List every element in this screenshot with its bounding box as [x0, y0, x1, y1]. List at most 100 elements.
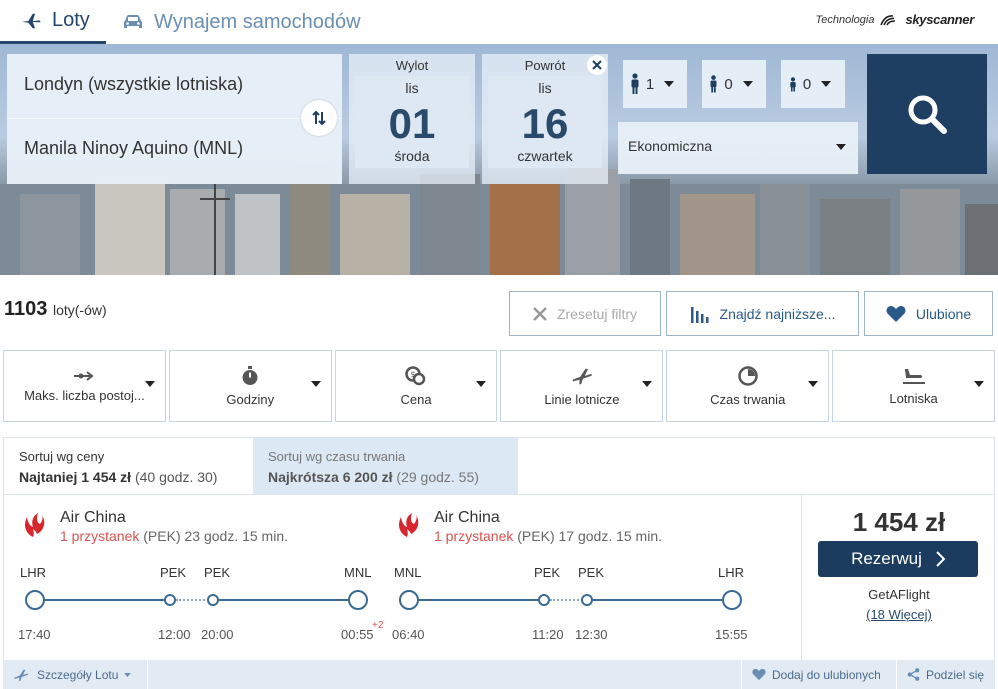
chevron-down-icon — [808, 381, 819, 393]
close-icon — [533, 306, 557, 321]
flight-card-footer: Szczegóły Lotu Dodaj do ulubionych Podzi… — [3, 660, 995, 689]
air-china-logo — [19, 511, 47, 539]
filter-stops[interactable]: Maks. liczba postoj... — [3, 350, 166, 422]
flight-segment — [593, 599, 723, 601]
filter-bar: Maks. liczba postoj... Godziny $ Cena Li… — [3, 350, 995, 422]
origin-code: LHR — [20, 565, 47, 580]
sort-price-summary: Najtaniej 1 454 zł (40 godz. 30) — [19, 469, 253, 485]
booking-agent: GetAFlight — [868, 587, 930, 602]
results-count-value: 1103 — [4, 298, 48, 320]
chevron-down-icon — [124, 672, 139, 677]
day-offset: +2 — [372, 620, 384, 631]
destination-node — [722, 590, 742, 610]
children-select[interactable]: 0 — [702, 60, 766, 108]
filter-label: Linie lotnicze — [544, 391, 620, 407]
origin-field[interactable]: Londyn (wszystkie lotniska) — [24, 74, 243, 95]
sort-price-detail: (40 godz. 30) — [134, 469, 218, 485]
reset-filters-button[interactable]: Zresetuj filtry — [509, 291, 661, 336]
departure-weekday: środa — [394, 148, 430, 164]
adult-icon — [630, 73, 646, 95]
flight-price: 1 454 zł — [852, 507, 946, 537]
stop-arrival-code: PEK — [160, 565, 187, 580]
sort-by-price-tab[interactable]: Sortuj wg ceny Najtaniej 1 454 zł (40 go… — [4, 438, 253, 495]
stop-arrival-code: PEK — [534, 565, 561, 580]
return-month: lis — [538, 80, 552, 96]
swap-route-button[interactable] — [301, 100, 337, 136]
stop-count: 1 przystanek — [60, 528, 140, 544]
tab-car-rental-label: Wynajem samochodów — [154, 10, 361, 33]
destination-code: LHR — [718, 565, 745, 580]
sort-price-label: Najtaniej — [19, 469, 78, 485]
tab-flights[interactable]: Loty — [0, 0, 106, 44]
leg-stop-info: 1 przystanek (PEK) 23 godz. 15 min. — [60, 528, 288, 544]
return-date-picker[interactable]: Powrót lis 16 czwartek — [482, 54, 608, 184]
airline-name: Air China — [60, 509, 126, 526]
flight-segment — [418, 599, 544, 601]
chevron-down-icon — [476, 381, 487, 393]
departure-date-picker[interactable]: Wylot lis 01 środa — [349, 54, 475, 184]
infants-select[interactable]: 0 — [781, 60, 845, 108]
car-icon — [122, 13, 154, 31]
filter-airports[interactable]: Lotniska — [832, 350, 995, 422]
reset-filters-label: Zresetuj filtry — [556, 305, 638, 322]
stop-count: 1 przystanek — [434, 528, 514, 544]
filter-airlines[interactable]: Linie lotnicze — [500, 350, 664, 422]
filter-duration[interactable]: Czas trwania — [666, 350, 830, 422]
powered-by: Technologia skyscanner — [815, 12, 975, 27]
chevron-down-icon — [821, 81, 837, 87]
favorites-label: Ulubione — [915, 305, 972, 322]
results-count-suffix: loty(-ów) — [52, 302, 107, 318]
book-button[interactable]: Rezerwuj — [818, 541, 978, 577]
tab-flights-label: Loty — [52, 9, 90, 31]
stop-airport: (PEK) — [143, 528, 181, 544]
filter-label: Czas trwania — [710, 391, 786, 407]
departure-date-box: lis 01 środa — [355, 76, 469, 168]
departure-time: 06:40 — [392, 627, 425, 642]
filter-price[interactable]: $ Cena — [334, 350, 498, 422]
origin-node — [399, 590, 419, 610]
departure-label: Wylot — [395, 58, 429, 73]
destination-field[interactable]: Manila Ninoy Aquino (MNL) — [24, 138, 243, 159]
results-count: 1103 loty(-ów) — [4, 298, 107, 321]
destination-code: MNL — [344, 565, 372, 580]
powered-by-brand: skyscanner — [905, 12, 974, 27]
chevron-down-icon — [664, 81, 680, 87]
adults-select[interactable]: 1 — [623, 60, 687, 108]
share-button[interactable]: Podziel się — [896, 660, 995, 689]
flight-details-toggle[interactable]: Szczegóły Lotu — [3, 660, 148, 689]
clock-icon — [737, 365, 758, 392]
airport-icon — [902, 367, 926, 391]
sort-price-title: Sortuj wg ceny — [19, 449, 105, 464]
find-cheapest-button[interactable]: Znajdź najniższe... — [666, 291, 859, 336]
stop-departure-code: PEK — [578, 565, 605, 580]
stop-arrival-time: 12:00 — [158, 627, 191, 642]
chevron-down-icon — [642, 381, 653, 393]
origin-node — [25, 590, 45, 610]
search-icon — [906, 93, 948, 135]
departure-day: 01 — [388, 100, 436, 147]
flight-segment — [219, 599, 349, 601]
find-cheapest-label: Znajdź najniższe... — [719, 305, 836, 322]
filter-times[interactable]: Godziny — [168, 350, 332, 422]
powered-by-label: Technologia — [815, 13, 875, 26]
chevron-down-icon — [742, 81, 759, 87]
stop-departure-code: PEK — [204, 565, 231, 580]
sort-by-duration-tab[interactable]: Sortuj wg czasu trwania Najkrótsza 6 200… — [253, 438, 518, 495]
departure-month: lis — [405, 80, 419, 96]
airline-name: Air China — [434, 509, 500, 526]
origin-code: MNL — [394, 565, 422, 580]
clear-return-button[interactable] — [587, 55, 607, 75]
add-to-favorites-button[interactable]: Dodaj do ulubionych — [741, 660, 896, 689]
filter-label: Maks. liczba postoj... — [24, 387, 145, 403]
more-offers-link[interactable]: (18 Więcej) — [802, 607, 996, 622]
cabin-class-select[interactable]: Ekonomiczna — [618, 122, 858, 174]
stop-departure-time: 20:00 — [201, 627, 234, 642]
tab-car-rental[interactable]: Wynajem samochodów — [122, 0, 361, 44]
return-date-box: lis 16 czwartek — [488, 76, 602, 168]
chevron-right-icon — [922, 551, 945, 567]
stop-node — [581, 594, 593, 606]
search-button[interactable] — [867, 54, 987, 174]
stops-icon — [73, 370, 95, 388]
favorites-button[interactable]: Ulubione — [864, 291, 993, 336]
air-china-logo — [393, 511, 421, 539]
